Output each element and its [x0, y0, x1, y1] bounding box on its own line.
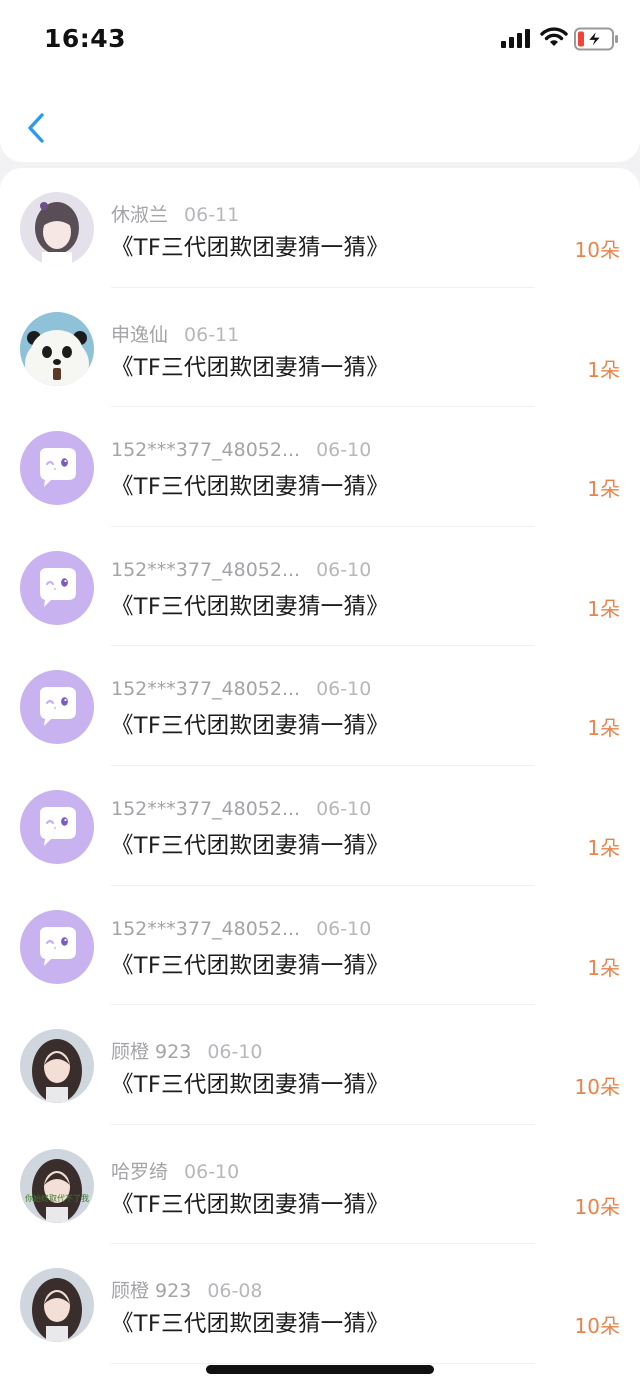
sender-meta: 休淑兰 06-11: [111, 200, 239, 227]
sender-meta: 152***377_48052... 06-10: [111, 678, 371, 700]
status-time: 16:43: [44, 24, 127, 53]
flower-count: 10朵: [574, 1075, 620, 1100]
default-chat-avatar[interactable]: [20, 431, 94, 506]
sender-meta: 152***377_48052... 06-10: [111, 559, 371, 581]
default-chat-avatar[interactable]: [20, 790, 94, 864]
default-chat-avatar[interactable]: [20, 909, 94, 984]
sender-name[interactable]: 152***377_48052...: [111, 439, 300, 461]
list-item[interactable]: 休淑兰 06-11 《TF三代团欺团妻猜一猜》 10朵: [0, 168, 640, 288]
list-item[interactable]: 152***377_48052... 06-10 《TF三代团欺团妻猜一猜》 1朵: [0, 527, 640, 647]
work-title[interactable]: 《TF三代团欺团妻猜一猜》: [111, 589, 389, 621]
work-title[interactable]: 《TF三代团欺团妻猜一猜》: [111, 469, 389, 501]
back-button[interactable]: [18, 108, 54, 152]
work-title[interactable]: 《TF三代团欺团妻猜一猜》: [111, 1067, 389, 1099]
list-item[interactable]: 152***377_48052... 06-10 《TF三代团欺团妻猜一猜》 1朵: [0, 766, 640, 886]
sender-name[interactable]: 顾橙 923: [111, 1041, 191, 1063]
gift-date: 06-10: [316, 678, 372, 701]
sender-meta: 152***377_48052... 06-10: [111, 798, 371, 820]
work-title[interactable]: 《TF三代团欺团妻猜一猜》: [111, 1187, 389, 1219]
flower-count: 1朵: [587, 836, 620, 860]
flower-count: 1朵: [587, 477, 620, 502]
gift-date: 06-10: [316, 558, 372, 581]
list-item[interactable]: 申逸仙 06-11 《TF三代团欺团妻猜一猜》 1朵: [0, 288, 640, 408]
avatar-caption: 你始终取代不了我: [25, 1193, 89, 1203]
girl-avatar[interactable]: [20, 192, 94, 266]
sender-name[interactable]: 休淑兰: [111, 204, 168, 226]
sender-name[interactable]: 顾橙 923: [111, 1280, 191, 1302]
portrait-avatar[interactable]: 你始终取代不了我: [20, 1148, 94, 1223]
flower-count: 1朵: [587, 955, 620, 980]
gift-record-list: 休淑兰 06-11 《TF三代团欺团妻猜一猜》 10朵 申逸仙 06-11 《TF三代团欺团…: [0, 168, 640, 1388]
sender-name[interactable]: 152***377_48052...: [111, 918, 300, 940]
wifi-icon: [540, 26, 568, 48]
flower-count: 10朵: [574, 1194, 620, 1219]
sender-meta: 申逸仙 06-11: [111, 320, 239, 347]
top-navigation-bar: 16:43: [0, 0, 640, 162]
portrait-avatar[interactable]: [20, 1029, 94, 1104]
row-divider: [111, 1362, 535, 1364]
flower-count: 10朵: [574, 238, 620, 262]
gift-date: 06-08: [207, 1280, 263, 1303]
work-title[interactable]: 《TF三代团欺团妻猜一猜》: [111, 828, 389, 860]
gift-date: 06-11: [184, 204, 240, 226]
list-item[interactable]: 顾橙 923 06-10 《TF三代团欺团妻猜一猜》 10朵: [0, 1005, 640, 1125]
list-item[interactable]: 152***377_48052... 06-10 《TF三代团欺团妻猜一猜》 1朵: [0, 646, 640, 766]
cellular-signal-icon: [500, 28, 532, 48]
battery-charging-icon: [574, 27, 620, 51]
work-title[interactable]: 《TF三代团欺团妻猜一猜》: [111, 350, 389, 382]
flower-count: 1朵: [587, 716, 620, 741]
gift-date: 06-10: [316, 917, 372, 940]
flower-count: 1朵: [587, 596, 620, 621]
sender-meta: 152***377_48052... 06-10: [111, 918, 371, 940]
sender-meta: 152***377_48052... 06-10: [111, 439, 371, 461]
work-title[interactable]: 《TF三代团欺团妻猜一猜》: [111, 230, 389, 262]
list-item[interactable]: 你始终取代不了我 哈罗绮 06-10 《TF三代团欺团妻猜一猜》 10朵: [0, 1125, 640, 1245]
list-item[interactable]: 152***377_48052... 06-10 《TF三代团欺团妻猜一猜》 1朵: [0, 886, 640, 1006]
list-item[interactable]: 152***377_48052... 06-10 《TF三代团欺团妻猜一猜》 1朵: [0, 407, 640, 527]
sender-meta: 哈罗绮 06-10: [111, 1157, 239, 1184]
default-chat-avatar[interactable]: [20, 670, 94, 745]
home-indicator: [206, 1365, 434, 1374]
gift-date: 06-10: [184, 1160, 240, 1183]
gift-date: 06-10: [316, 439, 372, 462]
sender-name[interactable]: 152***377_48052...: [111, 559, 300, 581]
list-item[interactable]: 顾橙 923 06-08 《TF三代团欺团妻猜一猜》 10朵: [0, 1244, 640, 1364]
flower-count: 1朵: [587, 357, 620, 382]
work-title[interactable]: 《TF三代团欺团妻猜一猜》: [111, 1306, 389, 1338]
panda-avatar[interactable]: [20, 311, 94, 386]
chevron-left-icon: [26, 112, 46, 148]
work-title[interactable]: 《TF三代团欺团妻猜一猜》: [111, 948, 389, 980]
gift-date: 06-10: [316, 798, 372, 820]
default-chat-avatar[interactable]: [20, 550, 94, 625]
sender-name[interactable]: 152***377_48052...: [111, 678, 300, 700]
work-title[interactable]: 《TF三代团欺团妻猜一猜》: [111, 708, 389, 740]
portrait-avatar[interactable]: [20, 1268, 94, 1343]
sender-meta: 顾橙 923 06-10: [111, 1037, 263, 1064]
sender-name[interactable]: 申逸仙: [111, 324, 168, 346]
sender-name[interactable]: 哈罗绮: [111, 1161, 168, 1183]
flower-count: 10朵: [574, 1314, 620, 1339]
gift-date: 06-10: [207, 1041, 263, 1064]
sender-name[interactable]: 152***377_48052...: [111, 798, 300, 820]
sender-meta: 顾橙 923 06-08: [111, 1276, 263, 1303]
gift-date: 06-11: [184, 323, 240, 346]
